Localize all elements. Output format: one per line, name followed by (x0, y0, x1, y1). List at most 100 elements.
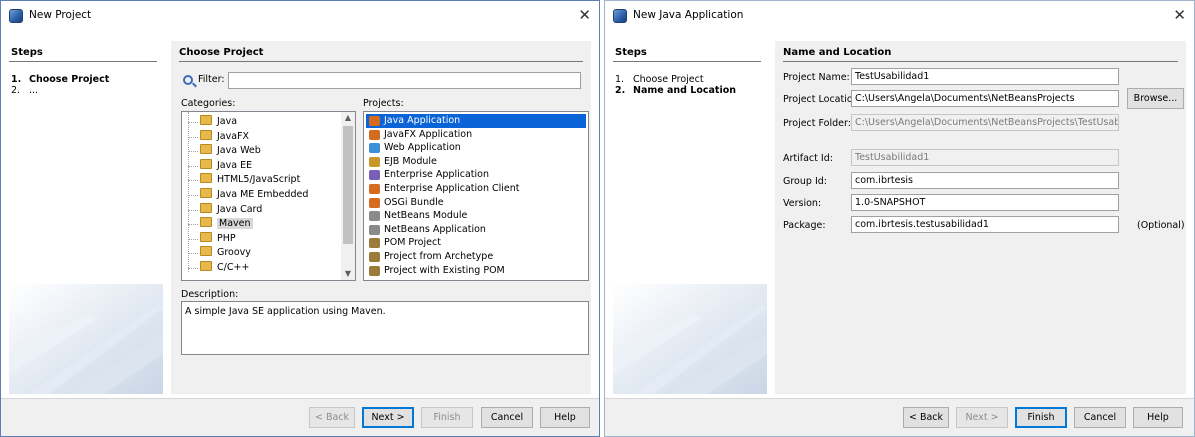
cancel-button[interactable]: Cancel (481, 407, 533, 428)
next-button[interactable]: Next > (362, 407, 414, 428)
project-type-item[interactable]: Project from Archetype (366, 250, 586, 264)
category-item[interactable]: Groovy (200, 246, 251, 260)
netbeans-app-icon (369, 224, 380, 235)
category-item[interactable]: Java (200, 115, 237, 129)
scroll-up-icon[interactable]: ▲ (341, 112, 355, 124)
category-item[interactable]: JavaFX (200, 129, 250, 144)
netbeans-cube-icon (613, 9, 627, 23)
netbeans-module-icon (369, 211, 380, 222)
close-icon[interactable]: ✕ (578, 6, 591, 24)
project-type-label: Java Application (384, 115, 461, 126)
title-bar[interactable]: New Project ✕ (1, 1, 599, 31)
category-item[interactable]: C/C++ (200, 261, 249, 275)
category-item[interactable]: HTML5/JavaScript (200, 173, 300, 187)
filter-label: Filter: (198, 74, 225, 85)
description-box: A simple Java SE application using Maven… (181, 301, 589, 355)
button-bar: < Back Next > Finish Cancel Help (1, 398, 599, 436)
category-label: Java EE (217, 159, 253, 171)
existing-pom-icon (369, 265, 380, 276)
projects-list[interactable]: Java Application JavaFX Application Web Ap… (363, 111, 589, 281)
content-panel: Choose Project Filter: Categories: Java J… (171, 41, 591, 394)
help-button[interactable]: Help (1133, 407, 1183, 428)
title-bar[interactable]: New Java Application ✕ (605, 1, 1194, 31)
tree-branch-line (188, 253, 198, 255)
folder-icon (200, 173, 212, 184)
scroll-down-icon[interactable]: ▼ (341, 268, 355, 280)
window-title: New Java Application (633, 9, 744, 21)
project-type-item[interactable]: JavaFX Application (366, 128, 586, 142)
folder-icon (200, 231, 212, 242)
cancel-button[interactable]: Cancel (1074, 407, 1126, 428)
project-type-label: JavaFX Application (384, 128, 473, 140)
finish-button[interactable]: Finish (1015, 407, 1067, 428)
category-label: Java (217, 116, 238, 127)
project-type-item[interactable]: POM Project (366, 236, 586, 250)
ejb-module-icon (369, 156, 380, 167)
tree-branch-line (188, 136, 198, 138)
tree-branch-line (188, 180, 198, 182)
new-java-application-dialog: New Java Application ✕ Steps 1. Choose Pr… (604, 0, 1195, 437)
group-id-field[interactable]: com.ibrtesis (851, 172, 1119, 189)
category-label: Java Card (217, 203, 263, 215)
description-label: Description: (181, 289, 239, 300)
folder-icon (200, 188, 212, 198)
project-type-label: POM Project (384, 237, 441, 249)
web-app-icon (369, 143, 380, 154)
browse-button[interactable]: Browse... (1127, 88, 1184, 109)
category-item[interactable]: PHP (200, 231, 236, 246)
version-field[interactable]: 1.0-SNAPSHOT (851, 194, 1119, 211)
category-label: Java Web (217, 145, 261, 157)
steps-header: Steps (613, 41, 761, 62)
steps-panel: Steps 1. Choose Project 2. Name and Locati… (613, 41, 767, 394)
categories-tree[interactable]: Java JavaFX Java Web Java EE HTML5/JavaScrip… (181, 111, 356, 281)
new-project-dialog: New Project ✕ Steps 1. Choose Project 2..… (0, 0, 600, 437)
project-type-label: NetBeans Module (384, 210, 468, 222)
project-type-item[interactable]: EJB Module (366, 155, 586, 169)
project-name-field[interactable]: TestUsabilidad1 (851, 68, 1119, 85)
project-type-item[interactable]: Web Application (366, 141, 586, 155)
project-type-item[interactable]: NetBeans Application (366, 223, 586, 237)
category-item[interactable]: Java ME Embedded (200, 188, 308, 202)
finish-button[interactable]: Finish (421, 407, 473, 428)
tree-branch-line (188, 224, 198, 226)
back-button[interactable]: < Back (903, 407, 949, 428)
folder-icon (200, 158, 212, 169)
project-type-label: Web Application (384, 142, 461, 154)
netbeans-cube-icon (9, 9, 23, 23)
category-label: JavaFX (217, 130, 250, 142)
button-bar: < Back Next > Finish Cancel Help (605, 398, 1194, 436)
category-item[interactable]: Java EE (200, 158, 253, 173)
project-type-item[interactable]: Java Application (366, 114, 586, 128)
artifact-id-label: Artifact Id: (783, 153, 833, 164)
category-item[interactable]: Maven (200, 217, 253, 231)
project-type-label: NetBeans Application (384, 223, 486, 235)
category-item[interactable]: Java Web (200, 144, 261, 158)
categories-scrollbar[interactable]: ▲ ▼ (341, 112, 355, 280)
folder-icon (200, 261, 212, 271)
scroll-thumb[interactable] (343, 126, 353, 244)
category-item[interactable]: Java Card (200, 202, 263, 217)
close-icon[interactable]: ✕ (1173, 6, 1186, 24)
project-location-field[interactable]: C:\Users\Angela\Documents\NetBeansProjec… (851, 90, 1119, 107)
steps-header: Steps (9, 41, 157, 62)
back-button[interactable]: < Back (309, 407, 355, 428)
project-type-label: Enterprise Application (384, 169, 489, 181)
next-button[interactable]: Next > (956, 407, 1008, 428)
category-label: Java ME Embedded (217, 189, 309, 200)
tree-branch-line (188, 165, 198, 167)
tree-branch-line (188, 268, 198, 269)
package-field[interactable]: com.ibrtesis.testusabilidad1 (851, 216, 1119, 233)
project-type-item[interactable]: OSGi Bundle (366, 196, 586, 210)
project-type-item[interactable]: Enterprise Application (366, 168, 586, 182)
category-label: Maven (217, 218, 253, 230)
help-button[interactable]: Help (540, 407, 590, 428)
folder-icon (200, 129, 212, 140)
filter-input[interactable] (228, 72, 581, 89)
folder-icon (200, 217, 212, 228)
project-type-item[interactable]: NetBeans Module (366, 209, 586, 223)
project-type-item[interactable]: Enterprise Application Client (366, 182, 586, 196)
pom-project-icon (369, 238, 380, 249)
enterprise-app-icon (369, 170, 380, 181)
content-panel: Name and Location Project Name: TestUsab… (775, 41, 1186, 394)
project-type-item[interactable]: Project with Existing POM (366, 264, 586, 278)
